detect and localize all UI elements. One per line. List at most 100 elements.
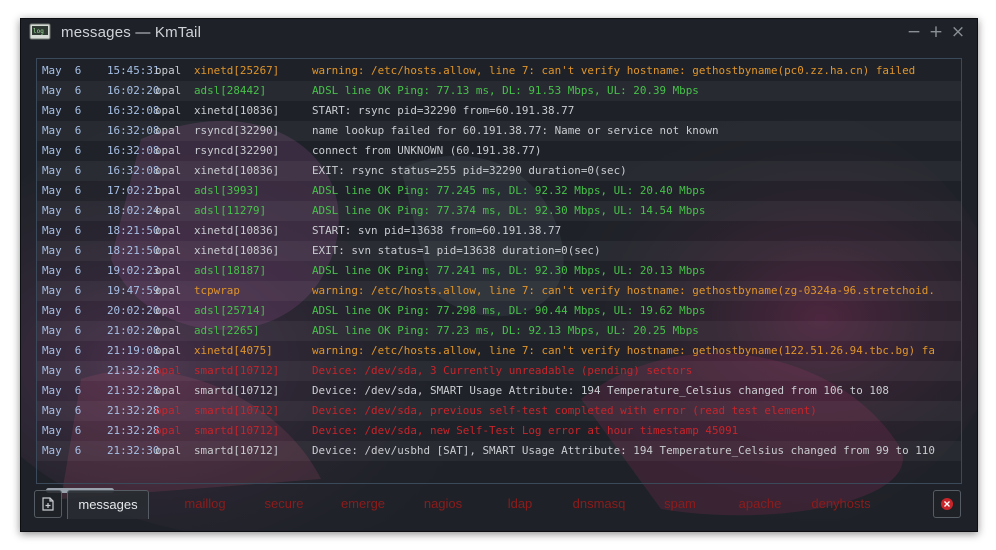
terminal-icon: log: [29, 23, 51, 40]
svg-text:log: log: [33, 28, 44, 35]
log-process: smartd[10712]: [194, 404, 280, 417]
log-row: May 6 17:02:21 opal adsl[3993] ADSL line OK …: [37, 181, 961, 201]
log-message: START: rsync pid=32290 from=60.191.38.77: [312, 104, 575, 117]
log-process: xinetd[10836]: [194, 104, 280, 117]
log-message: name lookup failed for 60.191.38.77: Nam…: [312, 124, 719, 137]
tab-messages[interactable]: messages: [67, 490, 149, 519]
log-date: May 6: [42, 404, 82, 417]
log-message: ADSL line OK Ping: 77.245 ms, DL: 92.32 …: [312, 184, 706, 197]
vertical-scrollbar[interactable]: [961, 438, 962, 458]
log-message: warning: /etc/hosts.allow, line 7: can't…: [312, 64, 916, 77]
log-process: smartd[10712]: [194, 384, 280, 397]
log-message: ADSL line OK Ping: 77.374 ms, DL: 92.30 …: [312, 204, 706, 217]
log-message: warning: /etc/hosts.allow, line 7: can't…: [312, 344, 935, 357]
log-date: May 6: [42, 164, 82, 177]
log-host: opal: [155, 324, 182, 337]
log-host: opal: [155, 104, 182, 117]
log-process: rsyncd[32290]: [194, 144, 280, 157]
log-date: May 6: [42, 144, 82, 157]
log-date: May 6: [42, 124, 82, 137]
log-message: connect from UNKNOWN (60.191.38.77): [312, 144, 542, 157]
log-host: opal: [155, 284, 182, 297]
tab-maillog[interactable]: maillog: [167, 490, 243, 518]
log-message: Device: /dev/usbhd [SAT], SMART Usage At…: [312, 444, 935, 457]
log-process: xinetd[10836]: [194, 224, 280, 237]
log-row: May 6 16:32:08 opal rsyncd[32290] connect fr…: [37, 141, 961, 161]
log-host: opal: [155, 384, 182, 397]
log-process: adsl[2265]: [194, 324, 260, 337]
log-message: START: svn pid=13638 from=60.191.38.77: [312, 224, 562, 237]
log-rows: May 6 15:45:31 opal xinetd[25267] warning: /…: [37, 61, 961, 461]
log-message: Device: /dev/sda, SMART Usage Attribute:…: [312, 384, 889, 397]
log-host: opal: [155, 444, 182, 457]
close-tab-icon: [941, 498, 953, 510]
log-row: May 6 21:32:28 opal smartd[10712] Device: /d…: [37, 361, 961, 381]
log-date: May 6: [42, 324, 82, 337]
new-tab-icon: [42, 497, 54, 511]
log-message: ADSL line OK Ping: 77.241 ms, DL: 92.30 …: [312, 264, 706, 277]
log-row: May 6 15:45:31 opal xinetd[25267] warning: /…: [37, 61, 961, 81]
tab-ldap[interactable]: ldap: [487, 490, 553, 518]
new-tab-button[interactable]: [34, 490, 62, 518]
log-row: May 6 16:32:08 opal rsyncd[32290] name looku…: [37, 121, 961, 141]
log-row: May 6 16:32:08 opal xinetd[10836] START: rsy…: [37, 101, 961, 121]
tab-dnsmasq[interactable]: dnsmasq: [557, 490, 641, 518]
log-host: opal: [155, 304, 182, 317]
log-date: May 6: [42, 204, 82, 217]
log-date: May 6: [42, 224, 82, 237]
log-message: Device: /dev/sda, new Self-Test Log erro…: [312, 424, 739, 437]
log-date: May 6: [42, 384, 82, 397]
log-host: opal: [155, 364, 182, 377]
log-host: opal: [155, 404, 182, 417]
close-icon[interactable]: ×: [949, 23, 967, 41]
tab-emerge[interactable]: emerge: [325, 490, 401, 518]
log-message: ADSL line OK Ping: 77.298 ms, DL: 90.44 …: [312, 304, 706, 317]
log-host: opal: [155, 184, 182, 197]
log-message: Device: /dev/sda, 3 Currently unreadable…: [312, 364, 693, 377]
log-host: opal: [155, 124, 182, 137]
log-host: opal: [155, 164, 182, 177]
minimize-icon[interactable]: −: [905, 23, 923, 41]
log-row: May 6 18:21:50 opal xinetd[10836] START: svn…: [37, 221, 961, 241]
log-date: May 6: [42, 184, 82, 197]
log-process: adsl[11279]: [194, 204, 267, 217]
log-process: tcpwrap: [194, 284, 240, 297]
log-date: May 6: [42, 444, 82, 457]
log-host: opal: [155, 204, 182, 217]
log-host: opal: [155, 64, 182, 77]
log-process: adsl[18187]: [194, 264, 267, 277]
log-process: xinetd[25267]: [194, 64, 280, 77]
title-bar: log messages — KmTail − + ×: [21, 19, 977, 51]
tab-secure[interactable]: secure: [247, 490, 321, 518]
log-date: May 6: [42, 284, 82, 297]
log-host: opal: [155, 144, 182, 157]
log-view[interactable]: May 6 15:45:31 opal xinetd[25267] warning: /…: [36, 58, 962, 484]
log-row: May 6 18:21:50 opal xinetd[10836] EXIT: svn …: [37, 241, 961, 261]
log-process: smartd[10712]: [194, 424, 280, 437]
log-row: May 6 21:32:28 opal smartd[10712] Device: /d…: [37, 401, 961, 421]
tab-bar: messages maillog secure emerge nagios ldap dns…: [21, 486, 977, 526]
log-process: adsl[25714]: [194, 304, 267, 317]
log-process: smartd[10712]: [194, 364, 280, 377]
log-process: adsl[3993]: [194, 184, 260, 197]
log-date: May 6: [42, 64, 82, 77]
log-process: smartd[10712]: [194, 444, 280, 457]
tab-denyhosts[interactable]: denyhosts: [795, 490, 887, 518]
log-process: adsl[28442]: [194, 84, 267, 97]
maximize-icon[interactable]: +: [927, 23, 945, 41]
log-row: May 6 21:32:30 opal smartd[10712] Device: /d…: [37, 441, 961, 461]
log-host: opal: [155, 224, 182, 237]
tab-nagios[interactable]: nagios: [405, 490, 481, 518]
log-date: May 6: [42, 344, 82, 357]
log-host: opal: [155, 344, 182, 357]
log-date: May 6: [42, 104, 82, 117]
tab-apache[interactable]: apache: [725, 490, 795, 518]
log-host: opal: [155, 264, 182, 277]
log-process: rsyncd[32290]: [194, 124, 280, 137]
close-tab-button[interactable]: [933, 490, 961, 518]
log-host: opal: [155, 424, 182, 437]
log-message: ADSL line OK Ping: 77.23 ms, DL: 92.13 M…: [312, 324, 699, 337]
log-row: May 6 21:02:20 opal adsl[2265] ADSL line OK …: [37, 321, 961, 341]
tab-spam[interactable]: spam: [645, 490, 715, 518]
log-host: opal: [155, 84, 182, 97]
